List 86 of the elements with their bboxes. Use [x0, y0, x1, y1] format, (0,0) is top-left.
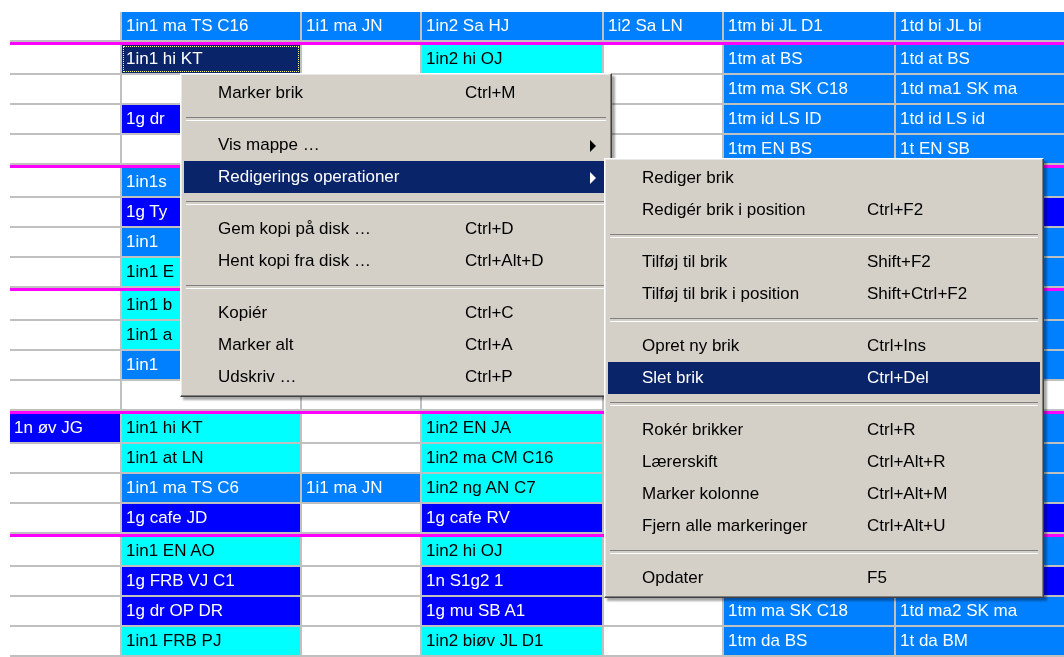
- schedule-cell[interactable]: 1tm ma SK C18: [724, 75, 894, 103]
- menu-item[interactable]: Kopiér Ctrl+C: [184, 297, 608, 329]
- schedule-cell[interactable]: 1i2 Sa LN: [604, 12, 722, 40]
- schedule-cell[interactable]: 1in1 at LN: [122, 444, 300, 472]
- empty-cell[interactable]: [302, 414, 420, 442]
- schedule-cell[interactable]: 1td ma2 SK ma: [896, 597, 1064, 625]
- empty-cell[interactable]: [604, 45, 722, 73]
- schedule-cell[interactable]: 1in2 ma CM C16: [422, 444, 602, 472]
- schedule-cell[interactable]: 1in2 ng AN C7: [422, 474, 602, 502]
- schedule-cell[interactable]: 1in2 EN JA: [422, 414, 602, 442]
- empty-cell[interactable]: [10, 537, 120, 565]
- empty-cell[interactable]: [10, 105, 120, 133]
- empty-cell[interactable]: [604, 597, 722, 625]
- empty-cell[interactable]: [10, 381, 120, 409]
- schedule-cell[interactable]: 1tm bi JL D1: [724, 12, 894, 40]
- empty-cell[interactable]: [10, 444, 120, 472]
- schedule-cell[interactable]: 1g cafe JD: [122, 504, 300, 532]
- schedule-cell[interactable]: 1n S1g2 1: [422, 567, 602, 595]
- empty-cell[interactable]: [10, 321, 120, 349]
- empty-cell[interactable]: [10, 351, 120, 379]
- menu-item[interactable]: Redigér brik i position Ctrl+F2: [608, 194, 1040, 226]
- schedule-cell[interactable]: 1td ma1 SK ma: [896, 75, 1064, 103]
- schedule-cell[interactable]: 1in2 hi OJ: [422, 45, 602, 73]
- submenu-arrow-icon: [590, 140, 596, 152]
- empty-cell[interactable]: [10, 228, 120, 256]
- empty-cell[interactable]: [10, 168, 120, 196]
- empty-cell[interactable]: [10, 135, 120, 163]
- schedule-cell[interactable]: 1tm da BS: [724, 627, 894, 655]
- schedule-cell[interactable]: 1td at BS: [896, 45, 1064, 73]
- schedule-cell[interactable]: 1tm id LS ID: [724, 105, 894, 133]
- schedule-cell[interactable]: 1in2 biøv JL D1: [422, 627, 602, 655]
- empty-cell[interactable]: [10, 597, 120, 625]
- schedule-cell[interactable]: 1g FRB VJ C1: [122, 567, 300, 595]
- schedule-cell[interactable]: 1n øv JG: [10, 414, 120, 442]
- schedule-cell[interactable]: 1g dr OP DR: [122, 597, 300, 625]
- schedule-cell[interactable]: 1i1 ma JN: [302, 474, 420, 502]
- schedule-cell[interactable]: 1in2 hi OJ: [422, 537, 602, 565]
- schedule-cell[interactable]: 1g cafe RV: [422, 504, 602, 532]
- menu-item[interactable]: Rokér brikker Ctrl+R: [608, 414, 1040, 446]
- empty-cell[interactable]: [10, 567, 120, 595]
- empty-cell[interactable]: [10, 75, 120, 103]
- schedule-cell[interactable]: 1td bi JL bi: [896, 12, 1064, 40]
- menu-item[interactable]: Opret ny brik Ctrl+Ins: [608, 330, 1040, 362]
- empty-cell[interactable]: [10, 258, 120, 286]
- empty-cell[interactable]: [302, 444, 420, 472]
- menu-item[interactable]: Tilføj til brik i position Shift+Ctrl+F2: [608, 278, 1040, 310]
- empty-cell[interactable]: [604, 627, 722, 655]
- menu-item[interactable]: Vis mappe …: [184, 129, 608, 161]
- empty-cell[interactable]: [10, 198, 120, 226]
- empty-cell[interactable]: [302, 504, 420, 532]
- schedule-cell[interactable]: 1in1 ma TS C6: [122, 474, 300, 502]
- empty-cell[interactable]: [302, 45, 420, 73]
- empty-cell[interactable]: [10, 45, 120, 73]
- submenu-arrow-icon: [590, 172, 596, 184]
- empty-cell[interactable]: [10, 474, 120, 502]
- schedule-cell[interactable]: 1g mu SB A1: [422, 597, 602, 625]
- menu-item[interactable]: Marker brik Ctrl+M: [184, 77, 608, 109]
- schedule-cell[interactable]: 1in1 hi KT: [122, 45, 300, 73]
- schedule-cell[interactable]: 1in1 hi KT: [122, 414, 300, 442]
- schedule-cell[interactable]: 1t da BM: [896, 627, 1064, 655]
- menu-item[interactable]: Opdater F5: [608, 562, 1040, 594]
- menu-item[interactable]: Lærerskift Ctrl+Alt+R: [608, 446, 1040, 478]
- empty-cell[interactable]: [302, 627, 420, 655]
- empty-cell[interactable]: [10, 627, 120, 655]
- schedule-cell[interactable]: 1tm ma SK C18: [724, 597, 894, 625]
- schedule-cell[interactable]: 1in1 EN AO: [122, 537, 300, 565]
- menu-item[interactable]: Gem kopi på disk … Ctrl+D: [184, 213, 608, 245]
- schedule-cell[interactable]: 1in2 Sa HJ: [422, 12, 602, 40]
- empty-cell[interactable]: [302, 597, 420, 625]
- menu-item[interactable]: Marker kolonne Ctrl+Alt+M: [608, 478, 1040, 510]
- schedule-cell[interactable]: 1td id LS id: [896, 105, 1064, 133]
- schedule-cell[interactable]: 1in1 ma TS C16: [122, 12, 300, 40]
- schedule-cell[interactable]: 1tm at BS: [724, 45, 894, 73]
- empty-cell[interactable]: [302, 537, 420, 565]
- schedule-cell[interactable]: 1in1 FRB PJ: [122, 627, 300, 655]
- menu-item[interactable]: Hent kopi fra disk … Ctrl+Alt+D: [184, 245, 608, 277]
- menu-item[interactable]: Rediger brik: [608, 162, 1040, 194]
- schedule-cell[interactable]: 1i1 ma JN: [302, 12, 420, 40]
- menu-item[interactable]: Fjern alle markeringer Ctrl+Alt+U: [608, 510, 1040, 542]
- empty-cell[interactable]: [10, 291, 120, 319]
- empty-cell[interactable]: [302, 567, 420, 595]
- empty-cell[interactable]: [10, 504, 120, 532]
- menu-item[interactable]: Udskriv … Ctrl+P: [184, 361, 608, 393]
- menu-item[interactable]: Marker alt Ctrl+A: [184, 329, 608, 361]
- menu-item[interactable]: Slet brik Ctrl+Del: [608, 362, 1040, 394]
- menu-item[interactable]: Tilføj til brik Shift+F2: [608, 246, 1040, 278]
